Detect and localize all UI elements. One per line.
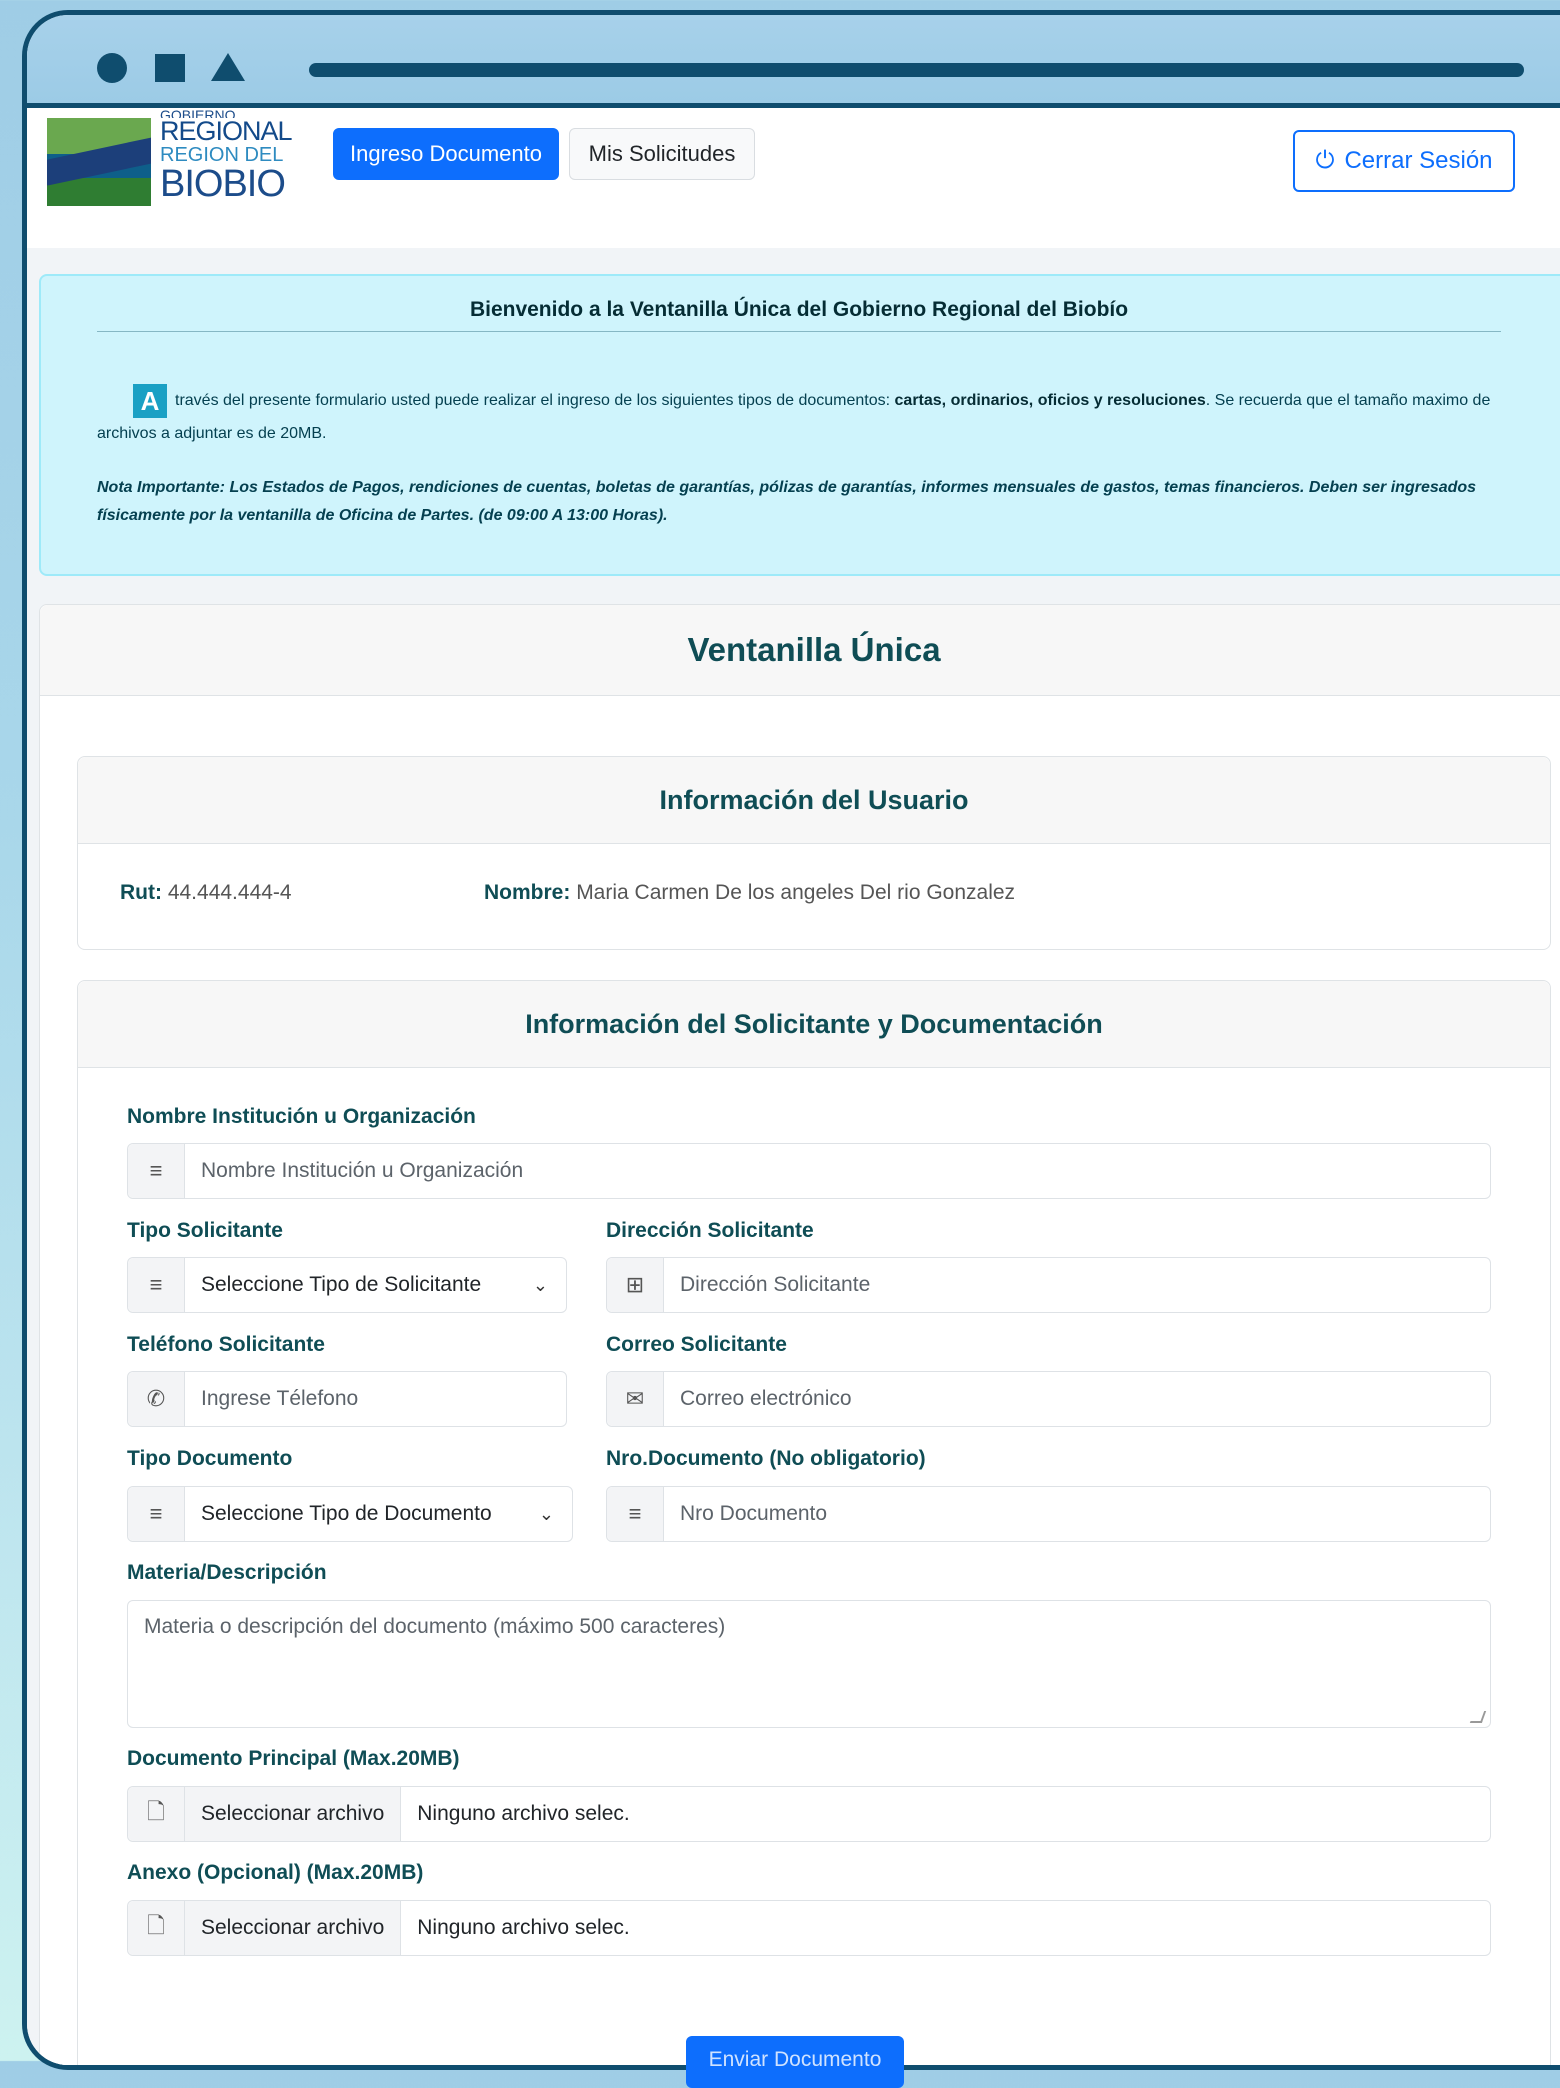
pdf-file-icon: 🗋 — [128, 1787, 185, 1841]
correo-placeholder: Correo electrónico — [680, 1387, 852, 1410]
browser-chrome — [27, 15, 1560, 108]
pdf-file-icon: 🗋 — [128, 1901, 185, 1955]
list-icon: ≡ — [607, 1487, 664, 1541]
tipo-documento-select[interactable]: ≡ Seleccione Tipo de Documento ⌄ — [127, 1486, 573, 1542]
document-types: cartas, ordinarios, oficios y resolucion… — [894, 392, 1206, 409]
welcome-text-start: través del presente formulario usted pue… — [175, 392, 895, 409]
navbar: GOBIERNO REGIONAL REGION DEL BIOBIO Ingr… — [27, 108, 1560, 248]
institution-placeholder: Nombre Institución u Organización — [201, 1159, 524, 1182]
address-bar[interactable] — [309, 63, 1524, 77]
tipo-documento-label: Tipo Documento — [127, 1447, 293, 1470]
doc-principal-choose-button[interactable]: Seleccionar archivo — [185, 1787, 402, 1841]
anexo-file-input[interactable]: 🗋 Seleccionar archivo Ninguno archivo se… — [127, 1900, 1491, 1956]
chevron-down-icon: ⌄ — [538, 1503, 554, 1524]
tipo-solicitante-value: Seleccione Tipo de Solicitante — [201, 1273, 482, 1296]
important-note: Nota Importante: Los Estados de Pagos, r… — [97, 479, 1477, 524]
mis-solicitudes-button[interactable]: Mis Solicitudes — [569, 128, 755, 180]
nro-documento-placeholder: Nro Documento — [680, 1502, 828, 1525]
drop-cap: A — [133, 384, 167, 418]
telefono-input[interactable]: ✆ Ingrese Télefono — [127, 1371, 567, 1427]
institution-label: Nombre Institución u Organización — [127, 1105, 476, 1128]
name-label: Nombre: — [484, 881, 571, 904]
list-icon: ≡ — [128, 1258, 185, 1312]
direccion-input[interactable]: ⊞ Dirección Solicitante — [606, 1257, 1491, 1313]
anexo-label: Anexo (Opcional) (Max.20MB) — [127, 1861, 424, 1884]
materia-label: Materia/Descripción — [127, 1561, 327, 1584]
direccion-placeholder: Dirección Solicitante — [680, 1273, 871, 1296]
request-form-card: Información del Solicitante y Documentac… — [77, 980, 1551, 2065]
institution-input[interactable]: ≡ Nombre Institución u Organización — [127, 1143, 1491, 1199]
welcome-paragraph: Através del presente formulario usted pu… — [97, 384, 1527, 450]
form-title: Información del Solicitante y Documentac… — [78, 981, 1550, 1068]
phone-icon: ✆ — [128, 1372, 185, 1426]
nro-documento-label: Nro.Documento (No obligatorio) — [606, 1447, 926, 1470]
tipo-solicitante-select[interactable]: ≡ Seleccione Tipo de Solicitante ⌄ — [127, 1257, 567, 1313]
rut-row: Rut: 44.444.444-4 — [120, 881, 292, 905]
materia-textarea[interactable]: Materia o descripción del documento (máx… — [127, 1600, 1491, 1728]
list-icon: ≡ — [128, 1144, 185, 1198]
anexo-status: Ninguno archivo selec. — [417, 1916, 630, 1939]
correo-label: Correo Solicitante — [606, 1333, 787, 1356]
list-icon: ≡ — [128, 1487, 185, 1541]
page: GOBIERNO REGIONAL REGION DEL BIOBIO Ingr… — [27, 108, 1560, 2065]
logout-label: Cerrar Sesión — [1344, 147, 1493, 174]
telefono-label: Teléfono Solicitante — [127, 1333, 325, 1356]
square-icon — [155, 54, 185, 82]
user-info-title: Información del Usuario — [78, 757, 1550, 844]
doc-principal-label: Documento Principal (Max.20MB) — [127, 1747, 460, 1770]
device-frame: GOBIERNO REGIONAL REGION DEL BIOBIO Ingr… — [22, 10, 1560, 2070]
welcome-title: Bienvenido a la Ventanilla Única del Gob… — [469, 298, 1129, 321]
resize-handle-icon[interactable] — [1469, 1711, 1487, 1723]
chevron-down-icon: ⌄ — [532, 1274, 548, 1295]
circle-icon — [97, 53, 127, 83]
main-title: Ventanilla Única — [40, 605, 1560, 696]
power-icon: ⏻ — [1315, 147, 1335, 174]
rut-value: 44.444.444-4 — [167, 881, 292, 904]
correo-input[interactable]: ✉ Correo electrónico — [606, 1371, 1491, 1427]
user-info-card: Información del Usuario Rut: 44.444.444-… — [77, 756, 1551, 950]
direccion-label: Dirección Solicitante — [606, 1219, 814, 1242]
signpost-icon: ⊞ — [607, 1258, 664, 1312]
anexo-choose-button[interactable]: Seleccionar archivo — [185, 1901, 402, 1955]
logout-button[interactable]: ⏻ Cerrar Sesión — [1293, 130, 1515, 192]
telefono-placeholder: Ingrese Télefono — [201, 1387, 359, 1410]
ingreso-documento-button[interactable]: Ingreso Documento — [333, 128, 559, 180]
name-row: Nombre: Maria Carmen De los angeles Del … — [484, 881, 1015, 905]
triangle-icon — [211, 53, 245, 81]
materia-placeholder: Materia o descripción del documento (máx… — [144, 1615, 726, 1638]
divider — [97, 331, 1501, 332]
tipo-documento-value: Seleccione Tipo de Documento — [201, 1502, 492, 1525]
doc-principal-file-input[interactable]: 🗋 Seleccionar archivo Ninguno archivo se… — [127, 1786, 1491, 1842]
doc-principal-status: Ninguno archivo selec. — [417, 1802, 630, 1825]
logo-text: GOBIERNO REGIONAL REGION DEL BIOBIO — [160, 108, 293, 205]
gobierno-regional-logo[interactable]: GOBIERNO REGIONAL REGION DEL BIOBIO — [47, 108, 293, 218]
name-value: Maria Carmen De los angeles Del rio Gonz… — [576, 881, 1016, 904]
enviar-documento-button[interactable]: Enviar Documento — [686, 2036, 904, 2088]
envelope-icon: ✉ — [607, 1372, 664, 1426]
tipo-solicitante-label: Tipo Solicitante — [127, 1219, 283, 1242]
nro-documento-input[interactable]: ≡ Nro Documento — [606, 1486, 1491, 1542]
rut-label: Rut: — [120, 881, 162, 904]
logo-mark-icon — [47, 118, 151, 206]
welcome-alert: Bienvenido a la Ventanilla Única del Gob… — [39, 274, 1560, 576]
